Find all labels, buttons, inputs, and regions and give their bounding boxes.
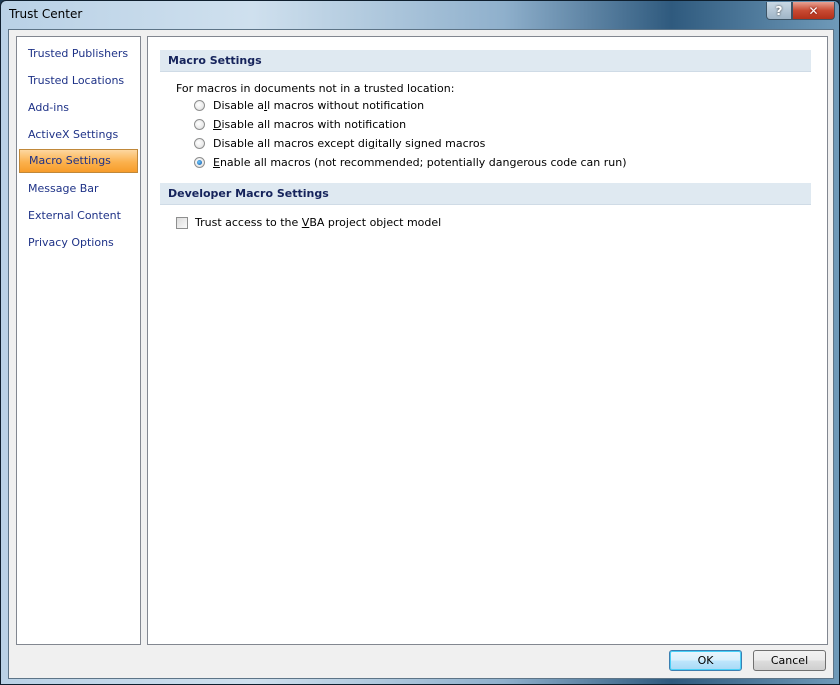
vba-access-checkbox[interactable] xyxy=(176,217,188,229)
option-label-disable-except-signed[interactable]: Disable all macros except digitally sign… xyxy=(213,137,485,150)
settings-panel: Macro Settings For macros in documents n… xyxy=(147,36,828,645)
option-label-disable-with-notification[interactable]: Disable all macros with notification xyxy=(213,118,406,131)
sidebar-item-trusted-locations[interactable]: Trusted Locations xyxy=(19,69,138,93)
vba-access-label[interactable]: Trust access to the VBA project object m… xyxy=(195,216,441,229)
trust-center-window: Trust Center ? ✕ Trusted Publishers Trus… xyxy=(0,0,840,685)
dialog-body: Trusted Publishers Trusted Locations Add… xyxy=(8,29,834,679)
sidebar-item-add-ins[interactable]: Add-ins xyxy=(19,96,138,120)
close-button[interactable]: ✕ xyxy=(792,2,835,20)
option-label-enable-all-macros[interactable]: Enable all macros (not recommended; pote… xyxy=(213,156,626,169)
sidebar: Trusted Publishers Trusted Locations Add… xyxy=(16,36,141,645)
option-label-disable-without-notification[interactable]: Disable all macros without notification xyxy=(213,99,424,112)
sidebar-item-activex-settings[interactable]: ActiveX Settings xyxy=(19,123,138,147)
developer-macro-settings-header: Developer Macro Settings xyxy=(160,183,811,205)
help-button[interactable]: ? xyxy=(766,2,792,20)
radio-disable-with-notification[interactable] xyxy=(194,119,205,130)
macro-settings-header: Macro Settings xyxy=(160,50,811,72)
sidebar-item-trusted-publishers[interactable]: Trusted Publishers xyxy=(19,42,138,66)
ok-button[interactable]: OK xyxy=(669,650,742,671)
sidebar-item-macro-settings[interactable]: Macro Settings xyxy=(19,149,138,173)
help-icon: ? xyxy=(775,3,783,18)
window-title: Trust Center xyxy=(9,7,83,21)
title-bar[interactable]: Trust Center ? ✕ xyxy=(1,1,839,29)
cancel-button[interactable]: Cancel xyxy=(753,650,826,671)
macro-settings-intro: For macros in documents not in a trusted… xyxy=(176,82,455,95)
close-icon: ✕ xyxy=(808,3,819,18)
radio-enable-all-macros[interactable] xyxy=(194,157,205,168)
sidebar-item-privacy-options[interactable]: Privacy Options xyxy=(19,231,138,255)
radio-disable-except-signed[interactable] xyxy=(194,138,205,149)
radio-disable-without-notification[interactable] xyxy=(194,100,205,111)
sidebar-item-external-content[interactable]: External Content xyxy=(19,204,138,228)
sidebar-item-message-bar[interactable]: Message Bar xyxy=(19,177,138,201)
